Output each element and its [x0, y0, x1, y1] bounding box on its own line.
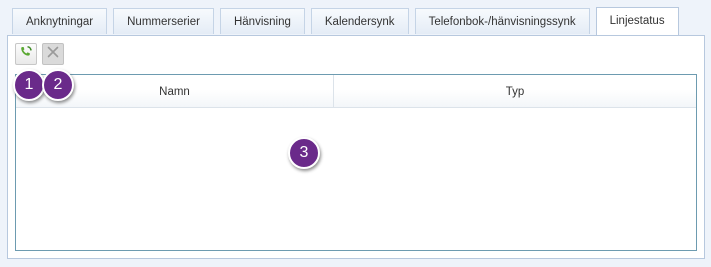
tab-linjestatus[interactable]: Linjestatus [595, 7, 679, 35]
linjestatus-panel: Namn Typ [7, 35, 705, 259]
settings-frame: Anknytningar Nummerserier Hänvisning Kal… [0, 0, 711, 267]
column-header-typ[interactable]: Typ [334, 75, 696, 107]
close-icon [47, 45, 59, 63]
tab-bar: Anknytningar Nummerserier Hänvisning Kal… [12, 7, 679, 35]
tab-hanvisning[interactable]: Hänvisning [219, 8, 305, 34]
tab-telefonbok-hanvisningssynk[interactable]: Telefonbok-/hänvisningssynk [414, 8, 590, 34]
grid-body-empty [16, 108, 696, 250]
toolbar [15, 43, 64, 65]
tab-anknytningar[interactable]: Anknytningar [12, 8, 108, 34]
tab-kalendersynk[interactable]: Kalendersynk [310, 8, 409, 34]
callout-2: 2 [42, 69, 74, 101]
phone-refresh-icon [19, 45, 33, 64]
add-line-status-button[interactable] [15, 43, 37, 65]
remove-line-status-button[interactable] [42, 43, 64, 65]
tab-nummerserier[interactable]: Nummerserier [113, 8, 214, 34]
grid-header: Namn Typ [16, 75, 696, 108]
callout-1: 1 [13, 69, 45, 101]
callout-3: 3 [288, 137, 320, 169]
line-status-grid: Namn Typ [15, 74, 697, 251]
